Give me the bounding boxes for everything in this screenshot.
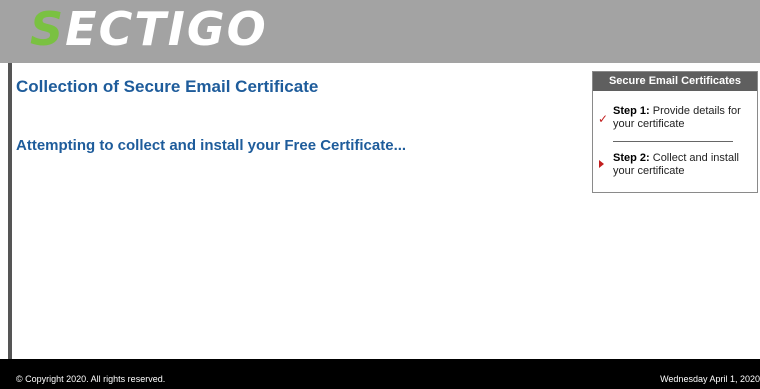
status-message: Attempting to collect and install your F… — [16, 137, 407, 154]
checkmark-icon: ✓ — [598, 112, 609, 126]
copyright-text: © Copyright 2020. All rights reserved. — [16, 374, 166, 384]
footer-date: Wednesday April 1, 2020 — [660, 374, 760, 384]
header-bar: SECTIGO — [0, 0, 760, 63]
step-2: Step 2: Collect and install your certifi… — [613, 152, 753, 178]
step-2-label: Step 2: — [613, 152, 650, 164]
panel-heading: Secure Email Certificates — [593, 72, 757, 91]
footer-bar: © Copyright 2020. All rights reserved. W… — [0, 359, 760, 389]
page-title: Collection of Secure Email Certificate — [16, 77, 319, 96]
sectigo-logo[interactable]: SECTIGO — [30, 3, 268, 55]
steps-panel: Secure Email Certificates ✓ Step 1: Prov… — [592, 71, 758, 193]
logo-rest: ECTIGO — [65, 2, 268, 56]
step-1: Step 1: Provide details for your certifi… — [613, 105, 753, 131]
step-divider — [613, 141, 733, 142]
current-step-arrow-icon — [599, 160, 604, 168]
logo-first-letter: S — [30, 2, 66, 56]
step-1-label: Step 1: — [613, 105, 650, 117]
